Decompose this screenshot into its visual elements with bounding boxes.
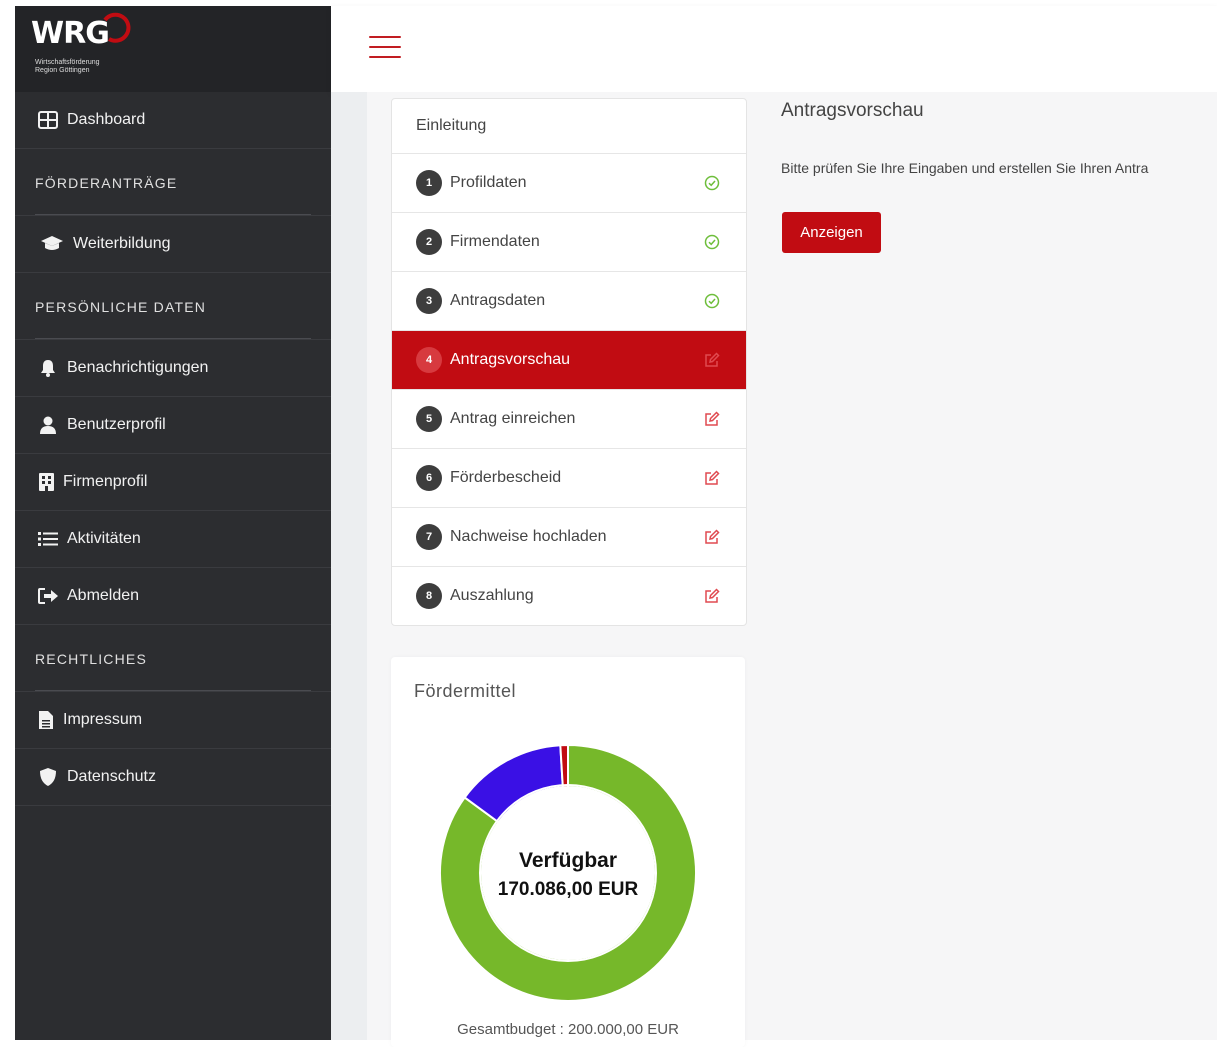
logo-tagline-line2: Region Göttingen: [35, 67, 90, 74]
step-item[interactable]: 6 Förderbescheid: [392, 449, 746, 508]
section-heading-label: RECHTLICHES: [35, 651, 147, 667]
user-icon: [37, 415, 59, 435]
top-bar: [331, 6, 1217, 92]
menu-toggle-icon[interactable]: [369, 36, 401, 58]
step-label: Auszahlung: [450, 587, 534, 604]
step-label: Antragsvorschau: [450, 351, 571, 368]
step-label: Förderbescheid: [450, 469, 562, 486]
total-budget-label: Gesamtbudget : 200.000,00 EUR: [457, 1021, 679, 1038]
sidebar-item-label: Benutzerprofil: [67, 416, 166, 433]
sidebar-item-abmelden[interactable]: Abmelden: [15, 568, 331, 625]
logo-tagline: Wirtschaftsförderung Region Göttingen: [35, 59, 100, 75]
section-heading-foerderantraege: FÖRDERANTRÄGE: [15, 149, 331, 216]
document-icon: [37, 710, 55, 730]
sidebar-item-firmenprofil[interactable]: Firmenprofil: [15, 454, 331, 511]
list-icon: [37, 529, 59, 549]
divider: [35, 214, 311, 215]
step-label: Nachweise hochladen: [450, 528, 607, 545]
grid-icon: [37, 110, 59, 130]
donut-inner-ring: [479, 784, 657, 962]
section-heading-persoenliche-daten: PERSÖNLICHE DATEN: [15, 273, 331, 340]
logo-wordmark: WRG: [31, 16, 110, 51]
check-circle-icon: [704, 293, 720, 309]
page-description: Bitte prüfen Sie Ihre Eingaben und erste…: [781, 160, 1149, 176]
sidebar-item-label: Impressum: [63, 711, 143, 728]
bell-icon: [37, 358, 59, 378]
step-item[interactable]: 1 Profildaten: [392, 154, 746, 213]
application-steps: Einleitung 1 Profildaten 2 Firmendaten 3…: [391, 98, 747, 626]
sidebar-item-dashboard[interactable]: Dashboard: [15, 92, 331, 149]
funds-donut-chart: Verfügbar 170.086,00 EUR: [439, 743, 697, 1002]
step-label: Antragsdaten: [450, 292, 546, 309]
graduation-cap-icon: [39, 234, 65, 254]
section-heading-rechtliches: RECHTLICHES: [15, 625, 331, 692]
funds-card: Fördermittel Verfügbar 170.086,00 EUR Ge…: [391, 657, 745, 1047]
check-circle-icon: [704, 234, 720, 250]
sidebar-item-impressum[interactable]: Impressum: [15, 692, 331, 749]
donut-slice-3: [559, 743, 569, 789]
sidebar-item-label: Weiterbildung: [73, 235, 171, 252]
step-label: Firmendaten: [450, 233, 540, 250]
sign-out-icon: [37, 586, 59, 606]
edit-icon: [705, 411, 720, 426]
step-item[interactable]: 8 Auszahlung: [392, 567, 746, 625]
donut-center-label: Verfügbar: [519, 849, 617, 872]
step-number-badge: 6: [416, 465, 442, 491]
logo[interactable]: WRG Wirtschaftsförderung Region Göttinge…: [15, 6, 331, 92]
sidebar-item-benutzerprofil[interactable]: Benutzerprofil: [15, 397, 331, 454]
sidebar-item-benachrichtigungen[interactable]: Benachrichtigungen: [15, 340, 331, 397]
sidebar-item-label: Dashboard: [67, 111, 146, 128]
step-number-badge: 5: [416, 406, 442, 432]
logo-tagline-line1: Wirtschaftsförderung: [35, 59, 100, 66]
sidebar: WRG Wirtschaftsförderung Region Göttinge…: [15, 6, 331, 1040]
edit-icon: [705, 529, 720, 544]
shield-icon: [37, 767, 59, 787]
edit-icon: [705, 588, 720, 603]
step-item[interactable]: 5 Antrag einreichen: [392, 390, 746, 449]
funds-title: Fördermittel: [414, 681, 517, 701]
step-number-badge: 8: [416, 583, 442, 609]
building-icon: [37, 472, 55, 492]
step-label: Profildaten: [450, 174, 527, 191]
edit-icon: [705, 470, 720, 485]
check-circle-icon: [704, 175, 720, 191]
section-heading-label: FÖRDERANTRÄGE: [35, 175, 178, 191]
step-item-active[interactable]: 4 Antragsvorschau: [392, 331, 746, 390]
page-title: Antragsvorschau: [781, 100, 924, 121]
show-preview-button[interactable]: Anzeigen: [782, 212, 881, 253]
content-gutter: [331, 92, 367, 1040]
section-heading-label: PERSÖNLICHE DATEN: [35, 299, 207, 315]
step-label: Antrag einreichen: [450, 410, 576, 427]
edit-icon: [705, 352, 720, 367]
step-einleitung[interactable]: Einleitung: [392, 99, 746, 154]
logo-swoosh-icon: [103, 12, 131, 43]
donut-center-value: 170.086,00 EUR: [498, 879, 639, 900]
sidebar-item-label: Benachrichtigungen: [67, 359, 209, 376]
step-number-badge: 2: [416, 229, 442, 255]
divider: [35, 338, 311, 339]
step-number-badge: 3: [416, 288, 442, 314]
sidebar-item-label: Aktivitäten: [67, 530, 141, 547]
step-item[interactable]: 7 Nachweise hochladen: [392, 508, 746, 567]
step-label: Einleitung: [416, 117, 487, 134]
sidebar-item-label: Abmelden: [67, 587, 140, 604]
step-item[interactable]: 3 Antragsdaten: [392, 272, 746, 331]
sidebar-item-label: Firmenprofil: [63, 473, 148, 490]
divider: [35, 690, 311, 691]
sidebar-item-aktivitaeten[interactable]: Aktivitäten: [15, 511, 331, 568]
sidebar-item-weiterbildung[interactable]: Weiterbildung: [15, 216, 331, 273]
step-number-badge: 7: [416, 524, 442, 550]
sidebar-item-label: Datenschutz: [67, 768, 156, 785]
sidebar-item-datenschutz[interactable]: Datenschutz: [15, 749, 331, 806]
step-item[interactable]: 2 Firmendaten: [392, 213, 746, 272]
step-number-badge: 4: [416, 347, 442, 373]
step-number-badge: 1: [416, 170, 442, 196]
